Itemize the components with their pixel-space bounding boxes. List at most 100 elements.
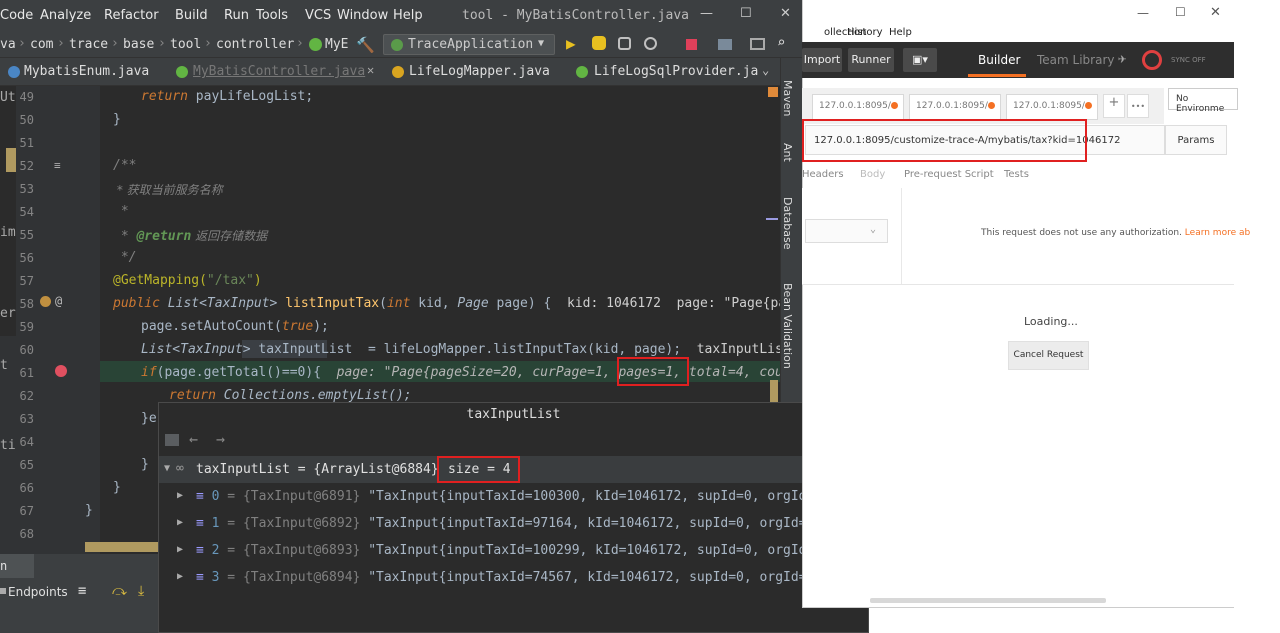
breadcrumb-item[interactable]: MyE [325, 37, 348, 52]
breadcrumb-item[interactable]: tool [170, 37, 201, 52]
learn-more-link[interactable]: Learn more ab [1185, 228, 1250, 238]
at-icon: @ [55, 294, 63, 308]
runner-button[interactable]: Runner [848, 48, 894, 72]
cancel-request-button[interactable]: Cancel Request [1008, 341, 1089, 370]
menu-refactor[interactable]: Refactor [104, 8, 159, 23]
pm-menu-help[interactable]: Help [889, 27, 912, 38]
window-icon[interactable] [750, 38, 765, 50]
expand-down-icon[interactable]: ▼ [164, 463, 170, 474]
horizontal-scrollbar[interactable] [870, 598, 1106, 603]
tab-lifelogmapper[interactable]: LifeLogMapper.java [409, 58, 550, 86]
expand-right-icon[interactable]: ▶ [177, 571, 183, 582]
tree-item[interactable]: ≡ 3 = {TaxInput@6894} "TaxInput{inputTax… [196, 570, 868, 585]
search-icon[interactable]: ⌕ [777, 35, 795, 53]
tool-tab-maven[interactable]: Maven [781, 80, 794, 116]
subtab-pre-request-script[interactable]: Pre-request Script [904, 169, 994, 180]
run-icon[interactable]: ▶ [566, 34, 584, 53]
menu-help[interactable]: Help [393, 8, 423, 23]
menu-code[interactable]: Code [0, 8, 33, 23]
environment-select[interactable]: No Environme [1168, 88, 1238, 114]
tab-mybatisenum[interactable]: MybatisEnum.java [24, 58, 149, 86]
chevron-down-icon: ⌄ [870, 224, 877, 235]
tree-item[interactable]: ≡ 1 = {TaxInput@6892} "TaxInput{inputTax… [196, 516, 868, 531]
menu-run[interactable]: Run [224, 8, 249, 23]
close-icon[interactable]: ✕ [780, 6, 791, 21]
class-icon [176, 66, 188, 78]
code-text: (page.getTotal()==0){ [156, 365, 322, 380]
step-into-icon[interactable]: ⤓ [138, 583, 144, 599]
pm-menu-history[interactable]: History [847, 27, 883, 38]
menu-vcs[interactable]: VCS [305, 8, 331, 23]
tree-item-value: "TaxInput{inputTaxId=74567, kId=1046172,… [368, 570, 868, 585]
close-icon[interactable]: ✕ [1210, 5, 1221, 20]
line-number: 54 [19, 205, 34, 219]
tree-item[interactable]: ≡ 0 = {TaxInput@6891} "TaxInput{inputTax… [196, 489, 868, 504]
watch-icon[interactable] [165, 434, 179, 446]
code-line-55: * @return 返回存储数据 [113, 227, 267, 244]
annotation: @GetMapping( [113, 273, 207, 288]
tab-team-library[interactable]: Team Library [1037, 53, 1115, 67]
coverage-icon[interactable] [618, 37, 631, 50]
popup-title: taxInputList [466, 407, 561, 422]
subtab-headers[interactable]: Headers [802, 169, 844, 180]
breadcrumb-item[interactable]: base [123, 37, 154, 52]
folder-icon[interactable] [718, 39, 732, 50]
tab-lifelogsqlprovider[interactable]: LifeLogSqlProvider.ja [594, 58, 758, 86]
line-number: 61 [19, 366, 34, 380]
breadcrumb-item[interactable]: com [30, 37, 53, 52]
expand-right-icon[interactable]: ▶ [177, 544, 183, 555]
code-line-61: if(page.getTotal()==0){ page: "Page{page… [141, 365, 802, 380]
tree-item[interactable]: ≡ 2 = {TaxInput@6893} "TaxInput{inputTax… [196, 543, 868, 558]
sync-icon[interactable] [1142, 50, 1162, 70]
tool-tab-label[interactable]: n [0, 559, 7, 573]
expand-right-icon[interactable]: ▶ [177, 490, 183, 501]
more-tabs-button[interactable]: ••• [1127, 94, 1149, 118]
minimize-icon[interactable]: — [700, 6, 713, 21]
tab-mybatiscontroller[interactable]: MyBatisController.java [193, 58, 365, 86]
expand-right-icon[interactable]: ▶ [177, 517, 183, 528]
step-over-icon[interactable]: ⤼ [112, 583, 127, 599]
request-tab[interactable]: 127.0.0.1:8095/c [1006, 94, 1098, 120]
satellite-icon[interactable]: ✈ [1118, 51, 1126, 67]
minimize-icon[interactable]: — [1137, 6, 1149, 20]
tool-tab-bean-validation[interactable]: Bean Validation [781, 283, 794, 369]
hammer-icon[interactable]: 🔨 [356, 36, 375, 54]
request-tab[interactable]: 127.0.0.1:8095/c [812, 94, 904, 120]
chevron-down-icon[interactable]: ⌄ [762, 63, 769, 77]
maximize-icon[interactable]: ☐ [740, 6, 752, 21]
tab-builder[interactable]: Builder [978, 53, 1020, 67]
new-window-icon[interactable]: ▣▾ [903, 48, 937, 72]
menu-window[interactable]: Window [337, 8, 388, 23]
maximize-icon[interactable]: ☐ [1175, 5, 1186, 19]
annotation: ) [253, 273, 262, 288]
fold-icon[interactable]: ≡ [54, 159, 61, 172]
forward-arrow-icon[interactable]: → [216, 430, 225, 448]
subtab-body[interactable]: Body [860, 169, 885, 180]
profile-icon[interactable] [644, 37, 657, 50]
import-button[interactable]: Import [802, 48, 842, 72]
debug-icon[interactable] [592, 36, 606, 50]
endpoints-tab[interactable]: Endpoints [8, 585, 68, 599]
params-button[interactable]: Params [1165, 125, 1227, 155]
menu-analyze[interactable]: Analyze [40, 8, 91, 23]
menu-tools[interactable]: Tools [256, 8, 288, 23]
request-tab[interactable]: 127.0.0.1:8095/c [909, 94, 1001, 120]
highlight-total [617, 357, 689, 386]
close-tab-icon[interactable]: ✕ [367, 63, 374, 77]
tool-tab-ant[interactable]: Ant [781, 143, 794, 162]
subtab-tests[interactable]: Tests [1004, 169, 1029, 180]
menu-build[interactable]: Build [175, 8, 208, 23]
code-line-57: @GetMapping("/tax") [113, 273, 262, 288]
back-arrow-icon[interactable]: ← [189, 430, 198, 448]
menu-icon[interactable]: ≡ [78, 583, 86, 599]
inline-debug-value: kid: 1046172 page: "Page{pageSize=20, [566, 296, 802, 311]
breakpoint-icon[interactable] [55, 365, 67, 377]
element-icon: ≡ [196, 543, 212, 558]
stop-icon[interactable] [686, 39, 697, 50]
breadcrumb-item[interactable]: va [0, 37, 16, 52]
breadcrumb-item[interactable]: trace [69, 37, 108, 52]
tool-tab-database[interactable]: Database [781, 197, 794, 250]
breadcrumb-item[interactable]: controller [216, 37, 294, 52]
unsaved-dot [891, 102, 898, 109]
new-tab-button[interactable]: + [1103, 94, 1125, 118]
